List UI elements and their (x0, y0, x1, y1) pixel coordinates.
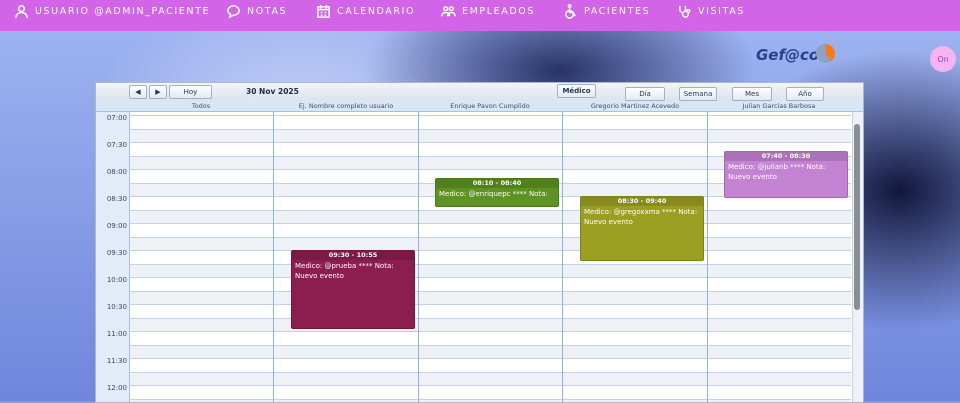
wheelchair-icon (563, 4, 578, 19)
column-headers: Todos Ej. Nombre completo usuario Enriqu… (96, 101, 863, 112)
calendar-event[interactable]: 08:30 - 09:40Medico: @gregoxxma **** Not… (580, 196, 704, 261)
time-label: 10:00 (96, 276, 127, 284)
time-label: 09:00 (96, 222, 127, 230)
nav-empleados[interactable]: Empleados (441, 2, 535, 20)
time-label: 09:30 (96, 249, 127, 257)
grid-line (129, 358, 851, 359)
grid-line (129, 277, 851, 278)
event-time: 08:30 - 09:40 (581, 197, 703, 206)
column-divider (418, 112, 419, 402)
column-header-gregorio[interactable]: Gregorio Martinez Acevedo (563, 101, 707, 111)
chat-bubble-icon (226, 4, 241, 19)
calendar-event[interactable]: 08:10 - 08:40Medico: @enriquepc **** Not… (435, 178, 559, 207)
grid-line (129, 250, 851, 251)
grid-line (129, 291, 851, 292)
time-label: 07:30 (96, 141, 127, 149)
time-axis: 07:00 07:30 08:00 08:30 09:00 09:30 10:00 10:30… (96, 112, 130, 402)
grid-stripe (129, 129, 851, 142)
users-icon (441, 4, 456, 19)
nav-notas[interactable]: Notas (226, 2, 287, 20)
event-text: Medico: @prueba **** Nota: Nuevo evento (292, 260, 414, 282)
calendar-widget: ◀ ▶ Hoy 30 Nov 2025 Médico Día Semana Me… (95, 82, 864, 403)
stethoscope-icon (677, 4, 692, 19)
nav-visitas[interactable]: Visitas (677, 2, 745, 20)
column-header-julian[interactable]: Julian Garcias Barbosa (707, 101, 851, 111)
view-day-button[interactable]: Día (625, 87, 665, 101)
time-label: 11:00 (96, 330, 127, 338)
grid-line (129, 264, 851, 265)
grid-stripe (129, 345, 851, 358)
today-button[interactable]: Hoy (169, 85, 212, 99)
event-time: 08:10 - 08:40 (436, 179, 558, 188)
column-divider (562, 112, 563, 402)
time-label: 12:00 (96, 384, 127, 392)
column-divider (707, 112, 708, 402)
event-text: Medico: @julianb **** Nota: Nuevo evento (725, 161, 847, 183)
event-time: 07:40 - 08:30 (725, 152, 847, 161)
grid-line (129, 385, 851, 386)
grid-stripe (129, 264, 851, 277)
grid-stripe (129, 210, 851, 223)
calendar-event[interactable]: 09:30 - 10:55Medico: @prueba **** Nota: … (291, 250, 415, 329)
grid-line (129, 223, 851, 224)
nav-calendario[interactable]: Calendario (316, 2, 415, 20)
event-time: 09:30 - 10:55 (292, 251, 414, 260)
view-year-button[interactable]: Año (786, 87, 824, 101)
grid-line (129, 142, 851, 143)
calendar-icon (316, 4, 331, 19)
medico-filter-button[interactable]: Médico (557, 84, 596, 98)
view-month-button[interactable]: Mes (732, 87, 772, 101)
grid-line (129, 318, 851, 319)
grid-stripe (129, 318, 851, 331)
on-status-button[interactable]: On (930, 46, 956, 72)
scrollbar-thumb[interactable] (854, 124, 860, 310)
logo-pie-icon (816, 44, 835, 63)
event-text: Medico: @gregoxxma **** Nota: Nuevo even… (581, 206, 703, 228)
time-label: 10:30 (96, 303, 127, 311)
column-header-user[interactable]: Ej. Nombre completo usuario (274, 101, 418, 111)
nav-user[interactable]: Usuario @admin_paciente (14, 2, 210, 20)
time-label: 07:00 (96, 114, 127, 122)
calendar-toolbar: ◀ ▶ Hoy 30 Nov 2025 Médico Día Semana Me… (96, 83, 863, 102)
column-divider (273, 112, 274, 402)
grid-line (129, 237, 851, 238)
grid-line (129, 115, 851, 116)
gefaco-logo: Gef@co (756, 46, 819, 64)
view-week-button[interactable]: Semana (679, 87, 717, 101)
current-date: 30 Nov 2025 (246, 87, 299, 96)
nav-pacientes[interactable]: Pacientes (563, 2, 650, 20)
next-button[interactable]: ▶ (149, 85, 167, 99)
grid-stripe (129, 237, 851, 250)
time-grid[interactable]: 07:00 07:30 08:00 08:30 09:00 09:30 10:00 10:30… (96, 112, 863, 402)
time-label: 08:30 (96, 195, 127, 203)
grid-line (129, 399, 851, 400)
grid-line (129, 210, 851, 211)
calendar-event[interactable]: 07:40 - 08:30Medico: @julianb **** Nota:… (724, 151, 848, 198)
grid-line (129, 372, 851, 373)
column-header-enrique[interactable]: Enrique Pavon Cumplido (418, 101, 562, 111)
grid-stripe (129, 372, 851, 385)
column-header-todos[interactable]: Todos (129, 101, 273, 111)
grid-line (129, 345, 851, 346)
grid-line (129, 331, 851, 332)
grid-line (129, 304, 851, 305)
prev-button[interactable]: ◀ (129, 85, 147, 99)
user-icon (14, 4, 29, 19)
top-nav-bar: Usuario @admin_paciente Notas Calendario… (0, 0, 960, 31)
grid-stripe (129, 291, 851, 304)
event-text: Medico: @enriquepc **** Nota: (436, 188, 558, 200)
time-label: 08:00 (96, 168, 127, 176)
time-label: 11:30 (96, 357, 127, 365)
grid-line (129, 129, 851, 130)
